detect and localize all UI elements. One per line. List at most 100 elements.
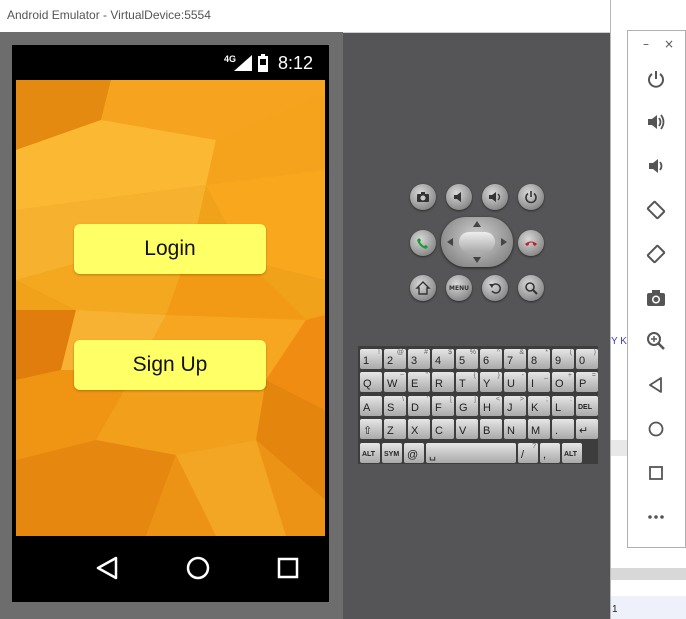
dpad-right-icon[interactable] [499, 238, 509, 246]
volume-up-button[interactable] [482, 184, 508, 210]
key-label: R [435, 378, 443, 390]
zoom-icon[interactable] [645, 330, 667, 352]
key-label: / [521, 449, 525, 461]
key-label: D [411, 402, 419, 414]
delete-key[interactable]: DEL [576, 396, 598, 416]
key-j[interactable]: J > [504, 396, 526, 416]
key-p[interactable]: P = [576, 372, 598, 392]
key-m[interactable]: M [528, 419, 550, 439]
key-label: E [411, 378, 419, 390]
title-bar[interactable]: Android Emulator - VirtualDevice:5554 [0, 0, 610, 33]
key-secondary-label: ( [569, 349, 572, 356]
key-c[interactable]: C [432, 419, 454, 439]
key-1[interactable]: 1! [360, 349, 382, 369]
key-9[interactable]: 9( [552, 349, 574, 369]
camera-button[interactable] [410, 184, 436, 210]
key-label: 0 [579, 355, 586, 367]
back-key[interactable] [482, 275, 508, 301]
key-t[interactable]: T{ [456, 372, 478, 392]
key-k[interactable]: K; [528, 396, 550, 416]
key-6[interactable]: 6 ^ [480, 349, 502, 369]
login-button[interactable]: Login [74, 224, 266, 274]
key-3[interactable]: 3 # [408, 349, 430, 369]
key-f[interactable]: F[ [432, 396, 454, 416]
key-,[interactable]: , [540, 443, 560, 463]
home-icon[interactable] [645, 418, 667, 440]
back-icon[interactable] [645, 374, 667, 396]
dpad-center-button[interactable] [459, 232, 495, 252]
volume-down-button[interactable] [446, 184, 472, 210]
space-key[interactable]: ␣ [426, 443, 516, 463]
key-4[interactable]: 4 $ [432, 349, 454, 369]
search-key[interactable] [518, 275, 544, 301]
nav-home-icon[interactable] [178, 550, 218, 586]
key-y[interactable]: Y} [480, 372, 502, 392]
key-label: ALT [564, 451, 578, 458]
menu-icon: MENU [449, 284, 469, 292]
status-bar: 4G 8:12 [12, 45, 329, 80]
key-label: SYM [384, 451, 400, 458]
key-o[interactable]: O + [552, 372, 574, 392]
key-d[interactable]: D ' [408, 396, 430, 416]
key-0[interactable]: 0) [576, 349, 598, 369]
rotate-left-icon[interactable] [645, 199, 667, 221]
key-q[interactable]: Q [360, 372, 382, 392]
dpad-down-icon[interactable] [472, 256, 482, 264]
alt-key[interactable]: ALT [360, 443, 380, 463]
alt-key[interactable]: ALT [562, 443, 582, 463]
key-label: X [411, 425, 419, 437]
end-call-button[interactable] [518, 230, 544, 256]
key-g[interactable]: G] [456, 396, 478, 416]
home-key[interactable] [410, 275, 436, 301]
menu-key[interactable]: MENU [446, 275, 472, 301]
key-l[interactable]: L: [552, 396, 574, 416]
key-.[interactable]: . [552, 419, 574, 439]
key-b[interactable]: B [480, 419, 502, 439]
key-/[interactable]: /? [518, 443, 538, 463]
key-5[interactable]: 5% [456, 349, 478, 369]
key-h[interactable]: H < [480, 396, 502, 416]
rotate-right-icon[interactable] [645, 243, 667, 265]
camera-icon[interactable] [645, 287, 667, 309]
key-secondary-label: ^ [496, 349, 500, 356]
key-w[interactable]: W ~ [384, 372, 406, 392]
key-i[interactable]: I _ [528, 372, 550, 392]
key-@[interactable]: @ [404, 443, 424, 463]
key-a[interactable]: A [360, 396, 382, 416]
key-label: N [507, 425, 515, 437]
key-r[interactable]: R ` [432, 372, 454, 392]
dpad-left-icon[interactable] [445, 238, 455, 246]
key-8[interactable]: 8 * [528, 349, 550, 369]
overview-icon[interactable] [645, 462, 667, 484]
key-e[interactable]: E " [408, 372, 430, 392]
nav-back-icon[interactable] [88, 550, 128, 586]
dpad-up-icon[interactable] [472, 220, 482, 228]
shift-key[interactable]: ⇧ [360, 419, 382, 439]
signup-button[interactable]: Sign Up [74, 340, 266, 390]
enter-key[interactable]: ↵ [576, 419, 598, 439]
minimize-button[interactable]: – [643, 37, 649, 51]
key-n[interactable]: N [504, 419, 526, 439]
home-icon [415, 281, 431, 295]
key-secondary-label: _ [544, 372, 548, 379]
key-s[interactable]: S \ [384, 396, 406, 416]
key-z[interactable]: Z [384, 419, 406, 439]
sym-key[interactable]: SYM [382, 443, 402, 463]
power-icon[interactable] [645, 68, 667, 90]
key-7[interactable]: 7 & [504, 349, 526, 369]
close-button[interactable]: × [664, 37, 674, 51]
more-icon[interactable] [645, 506, 667, 528]
volume-down-icon[interactable] [645, 155, 667, 177]
volume-up-icon[interactable] [645, 111, 667, 133]
nav-recents-icon[interactable] [268, 550, 308, 586]
power-button[interactable] [518, 184, 544, 210]
volume-down-icon [454, 192, 461, 202]
key-u[interactable]: U- [504, 372, 526, 392]
key-2[interactable]: 2 @ [384, 349, 406, 369]
call-button[interactable] [410, 230, 436, 256]
key-label: Y [483, 378, 491, 390]
key-v[interactable]: V [456, 419, 478, 439]
wallpaper [16, 80, 325, 536]
key-x[interactable]: X [408, 419, 430, 439]
key-secondary-label: = [591, 372, 596, 379]
